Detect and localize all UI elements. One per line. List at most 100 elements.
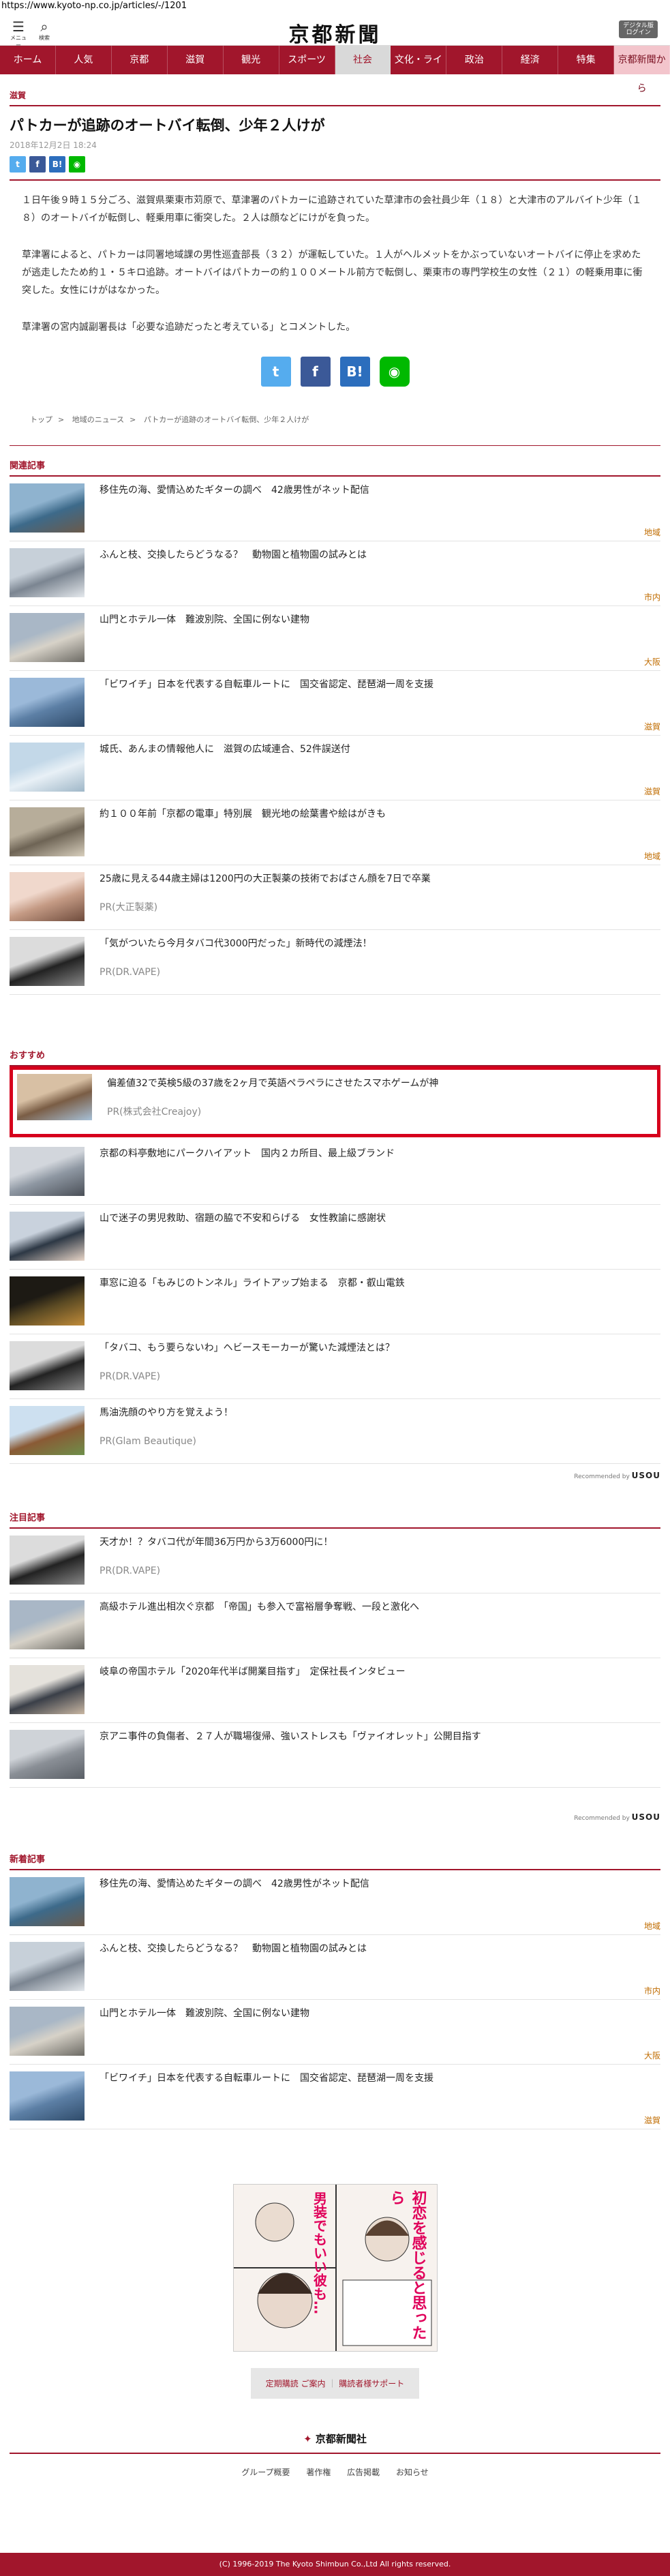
article-paragraph: 草津署の宮内誠副署長は「必要な追跡だったと考えている」とコメントした。 xyxy=(22,322,356,333)
news-list-item[interactable]: 「ビワイチ」日本を代表する自転車ルートに 国交省認定、琵琶湖一周を支援滋賀 xyxy=(10,2065,660,2129)
credit-brand: USOU xyxy=(631,1812,660,1822)
nav-item[interactable]: 政治 xyxy=(446,46,503,74)
headline-link[interactable]: 城氏、あんまの情報他人に 滋賀の広域連合、52件誤送付 xyxy=(100,744,350,755)
footer-link[interactable]: 広告掲載 xyxy=(347,2468,380,2477)
headline-link[interactable]: 岐阜の帝国ホテル「2020年代半ば開業目指す」 定保社長インタビュー xyxy=(100,1666,406,1677)
nav-item[interactable]: 文化・ライフ xyxy=(391,46,447,94)
headline-link[interactable]: 天才か！？タバコ代が年間36万円から3万6000円に！ xyxy=(100,1537,333,1548)
related-section-title: 関連記事 xyxy=(10,461,46,471)
nav-item[interactable]: 京都 xyxy=(112,46,168,74)
news-list-item[interactable]: 「ビワイチ」日本を代表する自転車ルートに 国交省認定、琵琶湖一周を支援滋賀 xyxy=(10,671,660,736)
line-icon[interactable]: ◉ xyxy=(379,357,410,387)
facebook-icon[interactable]: f xyxy=(300,357,331,387)
region-tag[interactable]: 市内 xyxy=(644,591,660,603)
headline-link[interactable]: 移住先の海、愛情込めたギターの調べ 42歳男性がネット配信 xyxy=(100,1878,369,1889)
region-tag[interactable]: 地域 xyxy=(644,850,660,862)
featured-list: 天才か！？タバコ代が年間36万円から3万6000円に！ PR(DR.VAPE) 高級… xyxy=(10,1529,660,1788)
nav-item[interactable]: 人気 xyxy=(56,46,112,74)
news-list-item[interactable]: 山で迷子の男児救助、宿題の脇で不安和らげる 女性教諭に感謝状 xyxy=(10,1205,660,1270)
headline-link[interactable]: 山で迷子の男児救助、宿題の脇で不安和らげる 女性教諭に感謝状 xyxy=(100,1213,386,1224)
sponsored-list-item[interactable]: 「タバコ、もう要らないわ」ヘビースモーカーが驚いた減煙法とは？ PR(DR.VAP… xyxy=(10,1334,660,1399)
headline-link[interactable]: 山門とホテル一体 難波別院、全国に例ない建物 xyxy=(100,614,309,625)
breadcrumb-item[interactable]: 地域のニュース xyxy=(72,415,124,424)
sponsored-list-item[interactable]: 25歳に見える44歳主婦は1200円の大正製薬の技術でおばさん顔を7日で卒業 PR… xyxy=(10,865,660,930)
headline-link[interactable]: 「ビワイチ」日本を代表する自転車ルートに 国交省認定、琵琶湖一周を支援 xyxy=(100,2073,433,2084)
news-list-item[interactable]: 城氏、あんまの情報他人に 滋賀の広域連合、52件誤送付滋賀 xyxy=(10,736,660,800)
list-item-body: 車窓に迫る「もみじのトンネル」ライトアップ始まる 京都・叡山電鉄 xyxy=(85,1270,405,1334)
breadcrumb-item[interactable]: トップ xyxy=(30,415,52,424)
news-list-item[interactable]: 京アニ事件の負傷者、２７人が職場復帰、強いストレスも「ヴァイオレット」公開目指す xyxy=(10,1723,660,1788)
recommended-credit[interactable]: Recommended by USOU xyxy=(10,1812,660,1822)
headline-link[interactable]: 車窓に迫る「もみじのトンネル」ライトアップ始まる 京都・叡山電鉄 xyxy=(100,1278,405,1289)
nav-item[interactable]: 滋賀 xyxy=(168,46,224,74)
list-item-body: 京アニ事件の負傷者、２７人が職場復帰、強いストレスも「ヴァイオレット」公開目指す xyxy=(85,1723,481,1787)
news-list-item[interactable]: 車窓に迫る「もみじのトンネル」ライトアップ始まる 京都・叡山電鉄 xyxy=(10,1270,660,1334)
news-list-item[interactable]: ふんと枝、交換したらどうなる？ 動物園と植物園の試みとは市内 xyxy=(10,541,660,606)
footer-link[interactable]: お知らせ xyxy=(396,2468,429,2477)
news-list-item[interactable]: 岐阜の帝国ホテル「2020年代半ば開業目指す」 定保社長インタビュー xyxy=(10,1658,660,1723)
url-bar[interactable]: https://www.kyoto-np.co.jp/articles/-/12… xyxy=(0,0,670,12)
nav-item[interactable]: ホーム xyxy=(0,46,56,74)
manga-ad-banner[interactable]: 初恋を感じると思ったら 男装でもいい彼も… xyxy=(232,2184,438,2352)
nav-item[interactable]: 特集 xyxy=(558,46,615,74)
headline-link[interactable]: 「ビワイチ」日本を代表する自転車ルートに 国交省認定、琵琶湖一周を支援 xyxy=(100,679,433,690)
headline-link[interactable]: ふんと枝、交換したらどうなる？ 動物園と植物園の試みとは xyxy=(100,1943,367,1954)
headline-link[interactable]: 馬油洗顔のやり方を覚えよう！ xyxy=(100,1407,233,1418)
hatena-icon[interactable]: B! xyxy=(49,156,65,173)
facebook-icon[interactable]: f xyxy=(29,156,46,173)
sponsored-list-item[interactable]: 「気がついたら今月タバコ代3000円だった」新時代の減煙法！ PR(DR.VAPE… xyxy=(10,930,660,995)
news-list-item[interactable]: 高級ホテル進出相次ぐ京都 「帝国」も参入で富裕層争奪戦、一段と激化へ xyxy=(10,1593,660,1658)
article-region[interactable]: 滋賀 xyxy=(10,89,660,101)
nav-item[interactable]: 経済 xyxy=(502,46,559,74)
region-tag[interactable]: 滋賀 xyxy=(644,785,660,797)
headline-link[interactable]: 偏差値32で英検5級の37歳を2ヶ月で英語ペラペラにさせたスマホゲームが神 xyxy=(107,1078,438,1089)
footer-logo[interactable]: ✦ 京都新聞社 xyxy=(10,2431,660,2446)
headline-link[interactable]: 約１００年前「京都の電車」特別展 観光地の絵葉書や絵はがきも xyxy=(100,809,386,820)
news-list-item[interactable]: 山門とホテル一体 難波別院、全国に例ない建物大阪 xyxy=(10,2000,660,2065)
footer-link[interactable]: グループ概要 xyxy=(241,2468,290,2477)
line-icon[interactable]: ◉ xyxy=(69,156,85,173)
sponsor-label: PR(DR.VAPE) xyxy=(100,967,161,978)
region-tag[interactable]: 地域 xyxy=(644,526,660,538)
region-tag[interactable]: 滋賀 xyxy=(644,2114,660,2126)
news-list-item[interactable]: 移住先の海、愛情込めたギターの調べ 42歳男性がネット配信地域 xyxy=(10,477,660,541)
news-list-item[interactable]: 約１００年前「京都の電車」特別展 観光地の絵葉書や絵はがきも地域 xyxy=(10,800,660,865)
recommended-credit[interactable]: Recommended by USOU xyxy=(10,1471,660,1480)
divider xyxy=(10,105,660,106)
news-list-item[interactable]: ふんと枝、交換したらどうなる？ 動物園と植物園の試みとは市内 xyxy=(10,1935,660,2000)
sponsored-list-item[interactable]: 偏差値32で英検5級の37歳を2ヶ月で英語ペラペラにさせたスマホゲームが神 PR(… xyxy=(10,1066,660,1137)
region-tag[interactable]: 大阪 xyxy=(644,656,660,668)
region-tag[interactable]: 滋賀 xyxy=(644,721,660,732)
sponsored-list-item[interactable]: 馬油洗顔のやり方を覚えよう！ PR(Glam Beautique) xyxy=(10,1399,660,1464)
headline-link[interactable]: 高級ホテル進出相次ぐ京都 「帝国」も参入で富裕層争奪戦、一段と激化へ xyxy=(100,1602,419,1613)
digital-login-button[interactable]: デジタル版 ログイン xyxy=(619,20,658,38)
list-item-body: 山門とホテル一体 難波別院、全国に例ない建物 xyxy=(85,606,309,670)
recommend-list: 偏差値32で英検5級の37歳を2ヶ月で英語ペラペラにさせたスマホゲームが神 PR(… xyxy=(10,1066,660,1464)
subscription-link[interactable]: 定期購読 ご案内 xyxy=(266,2379,326,2388)
nav-item[interactable]: 社会 xyxy=(335,46,391,74)
headline-link[interactable]: 京アニ事件の負傷者、２７人が職場復帰、強いストレスも「ヴァイオレット」公開目指す xyxy=(100,1731,481,1742)
footer-link[interactable]: 著作権 xyxy=(306,2468,331,2477)
region-tag[interactable]: 大阪 xyxy=(644,2050,660,2061)
nav-item[interactable]: 観光 xyxy=(224,46,279,74)
news-list-item[interactable]: 京都の料亭敷地にパークハイアット 国内２カ所目、最上級ブランド xyxy=(10,1140,660,1205)
headline-link[interactable]: 京都の料亭敷地にパークハイアット 国内２カ所目、最上級ブランド xyxy=(100,1148,395,1159)
headline-link[interactable]: 25歳に見える44歳主婦は1200円の大正製薬の技術でおばさん顔を7日で卒業 xyxy=(100,873,431,884)
twitter-icon[interactable]: t xyxy=(10,156,26,173)
headline-link[interactable]: 「タバコ、もう要らないわ」ヘビースモーカーが驚いた減煙法とは？ xyxy=(100,1343,395,1353)
headline-link[interactable]: ふんと枝、交換したらどうなる？ 動物園と植物園の試みとは xyxy=(100,550,367,560)
subscriber-support-link[interactable]: 購読者様サポート xyxy=(339,2379,404,2388)
headline-link[interactable]: 「気がついたら今月タバコ代3000円だった」新時代の減煙法！ xyxy=(100,938,372,949)
news-list-item[interactable]: 山門とホテル一体 難波別院、全国に例ない建物大阪 xyxy=(10,606,660,671)
headline-link[interactable]: 移住先の海、愛情込めたギターの調べ 42歳男性がネット配信 xyxy=(100,485,369,496)
site-logo[interactable]: 京都新聞 xyxy=(0,18,670,48)
headline-link[interactable]: 山門とホテル一体 難波別院、全国に例ない建物 xyxy=(100,2008,309,2019)
region-tag[interactable]: 地域 xyxy=(644,1920,660,1932)
nav-item[interactable]: スポーツ xyxy=(279,46,335,74)
sponsored-list-item[interactable]: 天才か！？タバコ代が年間36万円から3万6000円に！ PR(DR.VAPE) xyxy=(10,1529,660,1593)
region-tag[interactable]: 市内 xyxy=(644,1985,660,1996)
nav-item[interactable]: 京都新聞から xyxy=(614,46,670,94)
news-list-item[interactable]: 移住先の海、愛情込めたギターの調べ 42歳男性がネット配信地域 xyxy=(10,1870,660,1935)
twitter-icon[interactable]: t xyxy=(260,357,291,387)
hatena-icon[interactable]: B! xyxy=(339,357,370,387)
